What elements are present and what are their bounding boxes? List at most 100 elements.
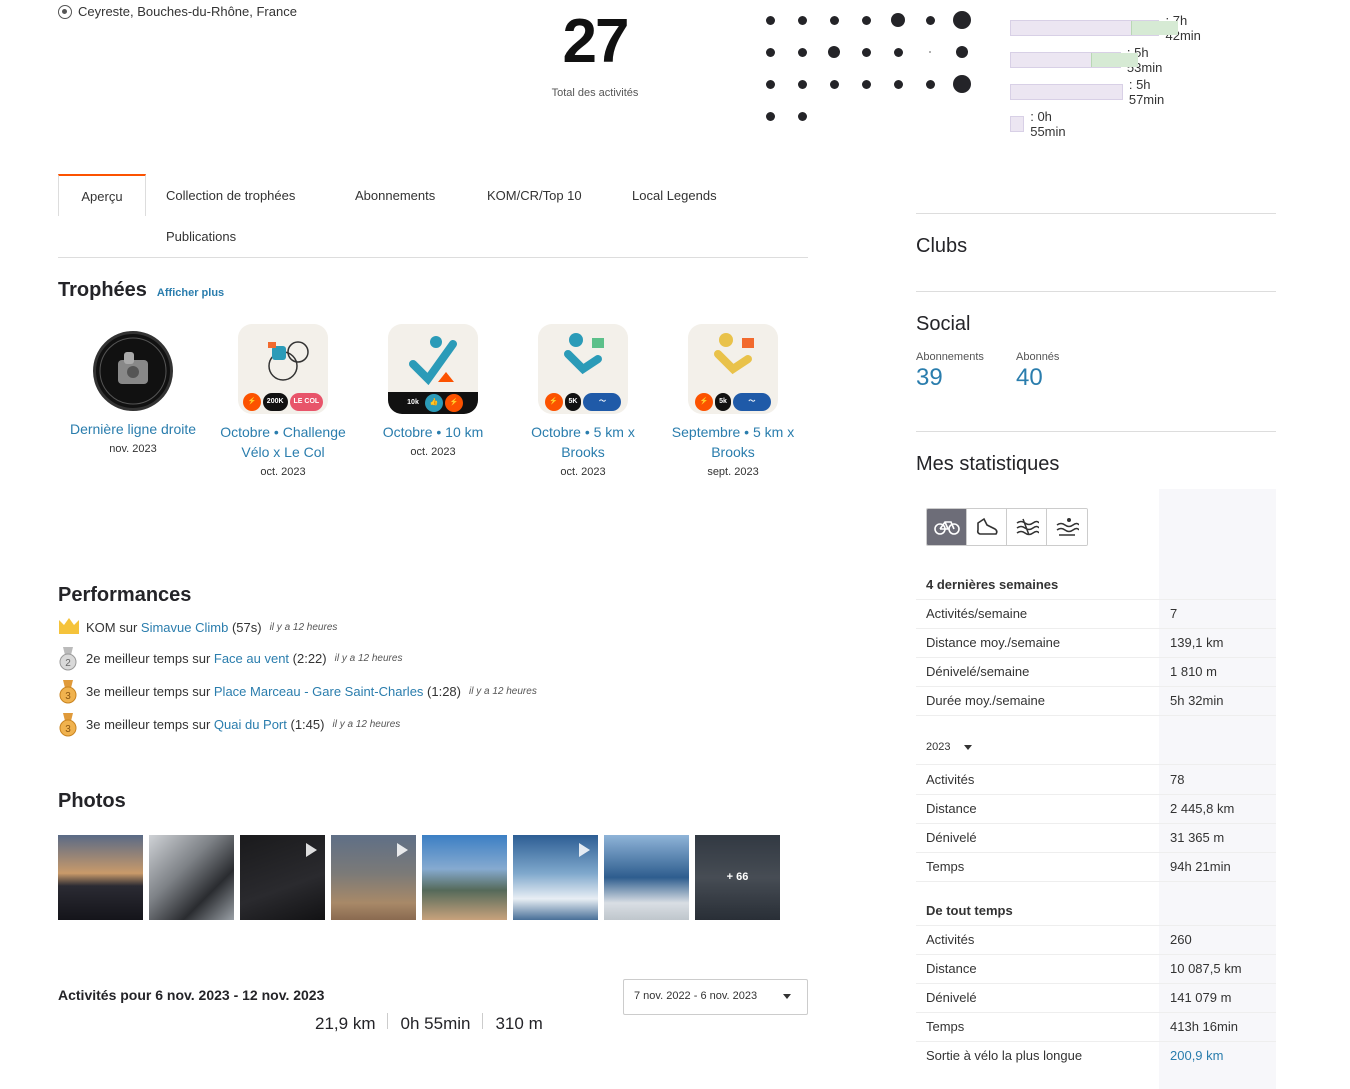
- segment-link[interactable]: Place Marceau - Gare Saint-Charles: [214, 684, 424, 699]
- stat-value: 139,1 km: [1170, 635, 1224, 650]
- trophy-item[interactable]: 10k 👍 ⚡ Octobre • 10 km oct. 2023: [368, 324, 498, 458]
- stat-label: Dénivelé: [926, 830, 977, 845]
- stat-value: 5h 32min: [1170, 693, 1224, 708]
- run-shoe-icon[interactable]: [967, 509, 1007, 545]
- followers-count: 40: [1016, 364, 1043, 391]
- video-thumbnail[interactable]: [331, 835, 416, 920]
- week-elevation: 310 m: [495, 1014, 542, 1034]
- segment-link[interactable]: Simavue Climb: [141, 620, 228, 635]
- weekly-activity-dots: [755, 4, 975, 134]
- stats-row: Distance moy./semaine 139,1 km: [916, 628, 1276, 658]
- activity-dot: [765, 79, 775, 89]
- activity-dot: [797, 47, 807, 57]
- trophy-item[interactable]: ⚡ 5k 〜 Septembre • 5 km x Brooks sept. 2…: [668, 324, 798, 478]
- activity-dot: [861, 15, 871, 25]
- tab-publications[interactable]: Publications: [166, 229, 236, 244]
- date-range-select[interactable]: 7 nov. 2022 - 6 nov. 2023: [623, 979, 808, 1015]
- bike-icon[interactable]: [927, 509, 967, 545]
- activity-dot: [797, 15, 807, 25]
- week-bar: [1010, 116, 1025, 132]
- trophies-more-link[interactable]: Afficher plus: [157, 287, 224, 299]
- tab-kom[interactable]: KOM/CR/Top 10: [487, 188, 582, 203]
- week-bar: [1010, 84, 1123, 100]
- trophies-heading: Trophées: [58, 279, 147, 301]
- stats-row: Distance 10 087,5 km: [916, 954, 1276, 984]
- trophy-item[interactable]: Dernière ligne droite nov. 2023: [68, 325, 198, 455]
- trophy-item[interactable]: ⚡ 5K 〜 Octobre • 5 km x Brooks oct. 2023: [518, 324, 648, 478]
- play-icon: [397, 843, 408, 857]
- stats-row: Durée moy./semaine 5h 32min: [916, 686, 1276, 716]
- stat-value: 7: [1170, 606, 1178, 621]
- stat-value: 78: [1170, 772, 1185, 787]
- svg-text:3: 3: [65, 691, 71, 702]
- activity-dot: [893, 47, 903, 57]
- photo-thumbnail[interactable]: [149, 835, 234, 920]
- trophy-badge-5k-brooks-sept: ⚡ 5k 〜: [688, 324, 778, 414]
- stat-label: Temps: [926, 1019, 965, 1034]
- stat-label: Temps: [926, 859, 965, 874]
- photo-thumbnail[interactable]: [422, 835, 507, 920]
- swim-icon[interactable]: [1007, 509, 1047, 545]
- water-sport-icon[interactable]: [1047, 509, 1087, 545]
- stat-label: Distance: [926, 801, 977, 816]
- stats-row: Distance 2 445,8 km: [916, 794, 1276, 824]
- badge-pills: ⚡ 5K 〜: [538, 390, 628, 414]
- performance-ago: il y a 12 heures: [332, 718, 401, 730]
- activity-dot: [953, 75, 971, 93]
- strava-icon: ⚡: [444, 394, 463, 412]
- stat-label: Sortie à vélo la plus longue: [926, 1048, 1083, 1063]
- tab-trophies[interactable]: Collection de trophées: [166, 188, 295, 203]
- stat-value: 141 079 m: [1170, 990, 1232, 1005]
- performance-ago: il y a 12 heures: [334, 652, 403, 664]
- activity-dot: [925, 79, 935, 89]
- photo-thumbnail[interactable]: [604, 835, 689, 920]
- performance-time: (1:28): [423, 683, 461, 699]
- stats-section-heading: De tout temps: [916, 896, 1276, 926]
- stat-value: 1 810 m: [1170, 664, 1217, 679]
- followers-stat[interactable]: Abonnés 40: [1016, 351, 1059, 392]
- activity-week-totals: 21,9 km 0h 55min 310 m: [315, 1013, 543, 1034]
- trophy-item[interactable]: ⚡ 200K LE COL Octobre • Challenge Vélo x…: [218, 324, 348, 478]
- segment-link[interactable]: Quai du Port: [214, 717, 287, 732]
- stats-section-title: De tout temps: [926, 903, 1013, 918]
- week-bar-segment: [1131, 21, 1178, 35]
- strava-icon: ⚡: [242, 393, 261, 411]
- activity-dot: [861, 79, 871, 89]
- activity-dot: [893, 79, 903, 89]
- year-value: 2023: [926, 741, 951, 753]
- trophies-header: Trophées Afficher plus: [58, 279, 224, 302]
- trophy-date: oct. 2023: [260, 466, 306, 478]
- following-stat[interactable]: Abonnements 39: [916, 351, 984, 392]
- stats-row: Dénivelé 31 365 m: [916, 823, 1276, 853]
- stat-label: Dénivelé: [926, 990, 977, 1005]
- more-photos-tile[interactable]: + 66: [695, 835, 780, 920]
- tab-local-legends[interactable]: Local Legends: [632, 188, 717, 203]
- activity-dot: [765, 47, 775, 57]
- location-text: Ceyreste, Bouches-du-Rhône, France: [78, 4, 297, 19]
- segment-link[interactable]: Face au vent: [214, 651, 289, 666]
- stat-value-link[interactable]: 200,9 km: [1170, 1048, 1223, 1063]
- stat-label: Distance: [926, 961, 977, 976]
- photo-thumbnail[interactable]: [58, 835, 143, 920]
- play-icon: [579, 843, 590, 857]
- following-count: 39: [916, 364, 943, 391]
- play-icon: [306, 843, 317, 857]
- activity-dot: [829, 15, 839, 25]
- badge-pills: 10k 👍 ⚡: [388, 392, 478, 414]
- year-select[interactable]: 2023: [916, 733, 1276, 765]
- video-thumbnail[interactable]: [513, 835, 598, 920]
- badge-pills: ⚡ 200K LE COL: [238, 390, 328, 414]
- performance-time: (2:22): [289, 650, 327, 666]
- video-thumbnail[interactable]: [240, 835, 325, 920]
- performance-prefix: 2e meilleur temps sur: [86, 650, 214, 666]
- tab-following[interactable]: Abonnements: [355, 188, 435, 203]
- trophy-date: oct. 2023: [560, 466, 606, 478]
- strava-icon: ⚡: [695, 393, 714, 411]
- week-bar: [1010, 52, 1138, 68]
- brooks-logo-icon: 〜: [732, 393, 771, 411]
- tab-apercu[interactable]: Aperçu: [58, 174, 146, 216]
- trophy-badge-velo-lecol: ⚡ 200K LE COL: [238, 324, 328, 414]
- week-distance-unit: km: [348, 1014, 376, 1033]
- crown-icon: [58, 616, 79, 638]
- performance-text: 3e meilleur temps sur Place Marceau - Ga…: [86, 684, 461, 699]
